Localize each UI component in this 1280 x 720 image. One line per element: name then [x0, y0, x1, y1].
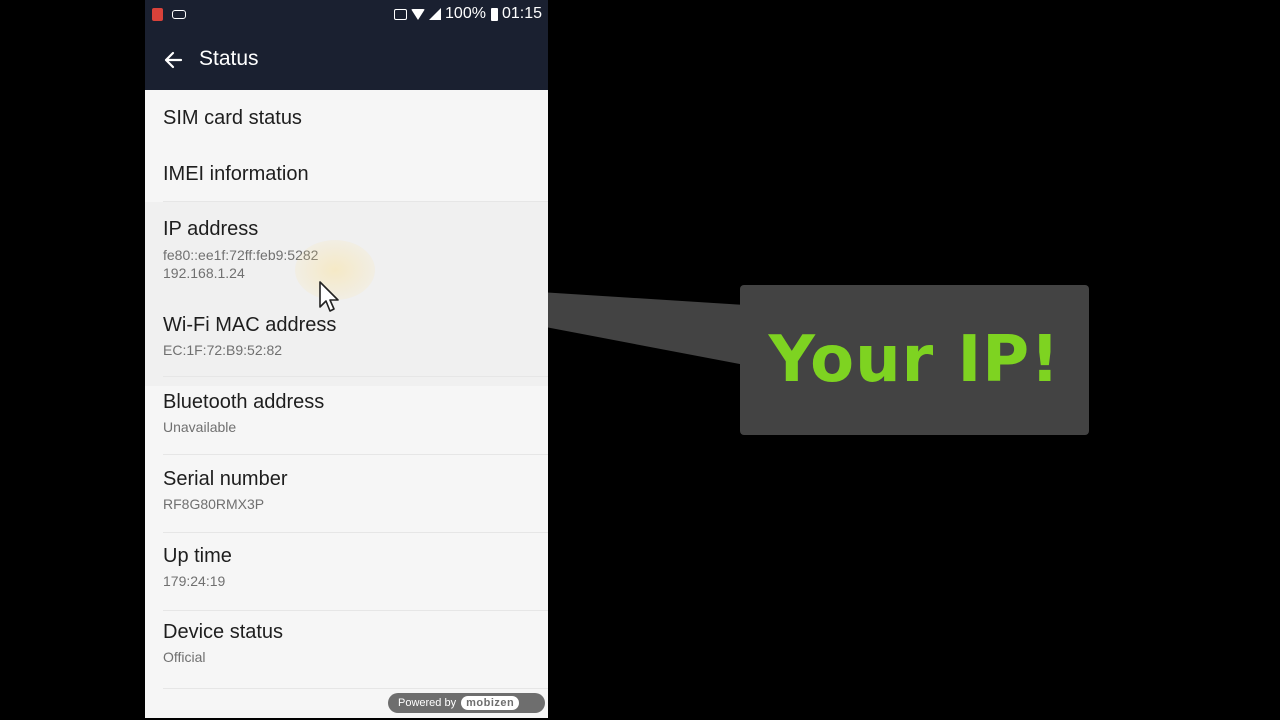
item-title: IP address: [163, 218, 259, 240]
app-bar: Status: [145, 30, 548, 90]
list-item-up-time[interactable]: Up time 179:24:19: [145, 533, 548, 610]
item-title: SIM card status: [163, 107, 302, 129]
signal-icon: [429, 8, 442, 20]
wifi-icon: [411, 8, 426, 20]
item-value: Unavailable: [163, 419, 237, 435]
powered-by-label: Powered by: [398, 697, 457, 709]
notification-app-icon: [152, 8, 163, 21]
item-title: Bluetooth address: [163, 391, 325, 413]
item-value: Official: [163, 649, 206, 665]
ip-address-ipv6: fe80::ee1f:72ff:feb9:5282: [163, 247, 319, 263]
voicemail-icon: [172, 10, 186, 19]
item-title: Serial number: [163, 468, 288, 490]
callout-text: Your IP!: [768, 323, 1061, 397]
list-item-imei-information[interactable]: IMEI information: [145, 146, 548, 201]
item-title: IMEI information: [163, 163, 309, 185]
list-item-device-status[interactable]: Device status Official: [145, 611, 548, 688]
item-value: RF8G80RMX3P: [163, 496, 265, 512]
page-title: Status: [199, 47, 259, 70]
battery-percentage: 100%: [445, 5, 486, 22]
list-item-sim-card-status[interactable]: SIM card status: [145, 90, 548, 146]
divider: [163, 688, 548, 689]
item-title: Wi-Fi MAC address: [163, 314, 337, 336]
item-value: 179:24:19: [163, 573, 226, 589]
arrow-left-icon[interactable]: [163, 50, 183, 70]
status-bar: 100% 01:15: [145, 0, 548, 30]
wifi-mac-value: EC:1F:72:B9:52:82: [163, 342, 283, 358]
mouse-pointer-icon: [319, 281, 339, 312]
clock: 01:15: [501, 5, 542, 22]
list-item-bluetooth-address[interactable]: Bluetooth address Unavailable: [145, 377, 548, 454]
mobizen-logo: mobizen: [461, 696, 520, 710]
item-title: Up time: [163, 545, 232, 567]
battery-icon: [490, 7, 498, 21]
screen-cast-icon: [394, 8, 408, 20]
powered-by-watermark: Powered by mobizen: [388, 693, 545, 713]
list-item-serial-number[interactable]: Serial number RF8G80RMX3P: [145, 455, 548, 532]
phone-screen: 100% 01:15 Status SIM card status IMEI i…: [145, 0, 548, 718]
ip-address-ipv4: 192.168.1.24: [163, 265, 245, 281]
item-title: Device status: [163, 621, 284, 643]
callout-box: Your IP!: [740, 285, 1089, 435]
